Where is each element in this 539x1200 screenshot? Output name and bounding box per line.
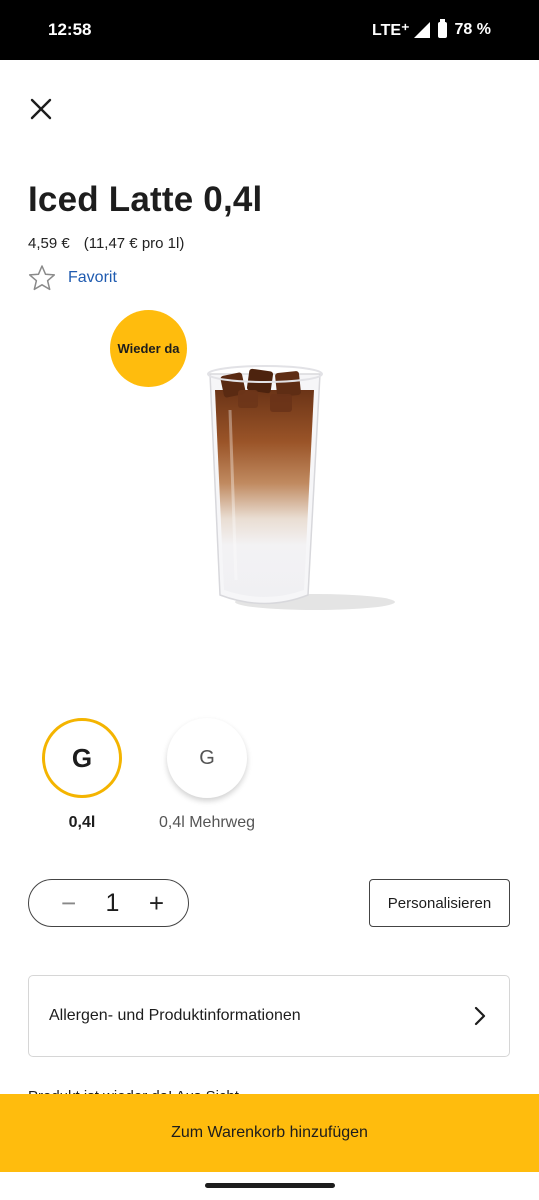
- decrease-button[interactable]: −: [61, 890, 76, 916]
- back-again-badge: Wieder da: [110, 310, 187, 387]
- signal-icon: [413, 22, 430, 38]
- size-option-reusable[interactable]: G 0,4l Mehrweg: [159, 718, 255, 832]
- allergen-info-row[interactable]: Allergen- und Produktinformationen: [28, 975, 510, 1057]
- status-bar: 12:58 LTE⁺ 78 %: [0, 0, 539, 60]
- favorite-toggle[interactable]: Favorit: [28, 264, 117, 292]
- size-circle: G: [42, 718, 122, 798]
- unit-price: (11,47 € pro 1l): [83, 235, 185, 252]
- quantity-value: 1: [105, 888, 120, 917]
- chevron-right-icon: [474, 1006, 486, 1026]
- increase-button[interactable]: +: [149, 890, 164, 916]
- status-time: 12:58: [48, 20, 92, 39]
- battery-level: 78 %: [454, 21, 491, 38]
- allergen-info-label: Allergen- und Produktinformationen: [49, 1007, 301, 1024]
- price-row: 4,59 € (11,47 € pro 1l): [28, 235, 184, 252]
- add-to-cart-button[interactable]: Zum Warenkorb hinzufügen: [0, 1094, 539, 1172]
- size-option-regular[interactable]: G 0,4l: [42, 718, 122, 832]
- size-circle: G: [167, 718, 247, 798]
- network-label: LTE⁺: [372, 22, 410, 39]
- close-icon: [30, 98, 52, 120]
- favorite-label: Favorit: [68, 269, 117, 286]
- quantity-stepper: − 1 +: [28, 879, 189, 927]
- close-button[interactable]: [26, 94, 56, 124]
- home-indicator[interactable]: [205, 1183, 335, 1188]
- personalize-button[interactable]: Personalisieren: [369, 879, 510, 927]
- size-label: 0,4l Mehrweg: [158, 814, 256, 831]
- battery-icon: [437, 19, 447, 38]
- product-title: Iced Latte 0,4l: [28, 180, 263, 219]
- product-image: [207, 365, 395, 610]
- star-icon: [28, 265, 56, 291]
- status-indicators: LTE⁺ 78 %: [372, 19, 491, 40]
- size-label: 0,4l: [68, 814, 96, 831]
- system-nav-bar: [0, 1172, 539, 1200]
- product-price: 4,59 €: [28, 235, 70, 252]
